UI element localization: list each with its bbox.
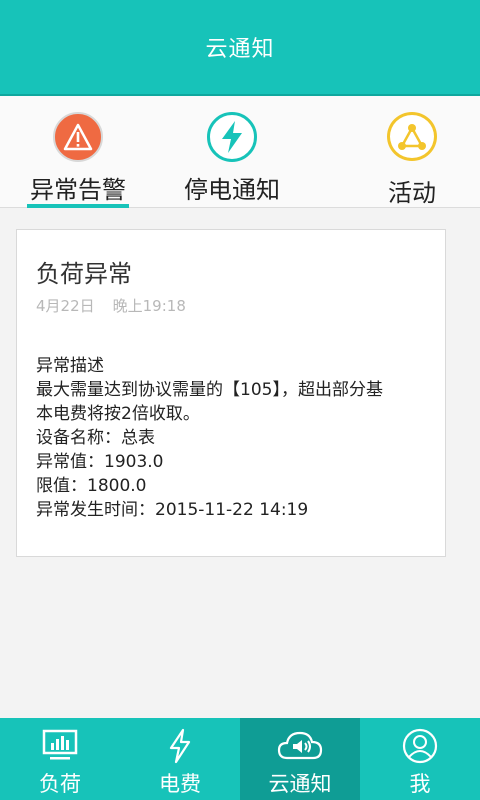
- notice-line: 异常描述: [36, 356, 104, 376]
- tab-activity[interactable]: 活动: [378, 96, 446, 208]
- notice-card[interactable]: 负荷异常 4月22日 晚上19:18 异常描述 最大需量达到协议需量的【105】，…: [16, 229, 446, 557]
- tab-outage-notice[interactable]: 停电通知: [170, 96, 294, 208]
- nav-electricity-fee[interactable]: 电费: [120, 718, 240, 800]
- nav-label: 电费: [159, 772, 201, 796]
- active-tab-indicator: [27, 204, 129, 208]
- network-icon: [387, 112, 437, 161]
- notice-time: 晚上19:18: [112, 297, 186, 315]
- tab-label: 活动: [388, 179, 436, 207]
- notice-timestamp: 4月22日 晚上19:18: [36, 295, 445, 316]
- notice-line: 异常发生时间：2015-11-22 14:19: [36, 500, 309, 520]
- cloud-speaker-icon: [277, 726, 323, 766]
- notice-line: 最大需量达到协议需量的【105】，超出部分基: [36, 380, 383, 400]
- category-tabs: 异常告警 停电通知 活动: [0, 96, 480, 208]
- page-title: 云通知: [205, 37, 275, 62]
- nav-cloud-notice[interactable]: 云通知: [240, 718, 360, 800]
- lightning-icon: [207, 112, 257, 162]
- tab-label: 异常告警: [30, 176, 126, 204]
- monitor-chart-icon: [42, 726, 78, 766]
- tab-label: 停电通知: [184, 176, 280, 204]
- notice-line: 限值：1800.0: [36, 476, 147, 496]
- tab-abnormal-alarm[interactable]: 异常告警: [26, 96, 130, 208]
- notice-line: 异常值：1903.0: [36, 452, 164, 472]
- user-icon: [402, 726, 438, 766]
- notice-title: 负荷异常: [36, 260, 132, 288]
- bottom-nav: 负荷 电费 云通知 我: [0, 718, 480, 800]
- notice-body: 异常描述 最大需量达到协议需量的【105】，超出部分基 本电费将按2倍收取。 设…: [36, 354, 445, 522]
- notice-line: 本电费将按2倍收取。: [36, 404, 200, 424]
- lightning-outline-icon: [167, 726, 193, 766]
- app-header: 云通知: [0, 0, 480, 96]
- warning-icon: [53, 112, 103, 162]
- notice-date: 4月22日: [36, 297, 95, 315]
- nav-label: 云通知: [268, 772, 332, 796]
- nav-me[interactable]: 我: [360, 718, 480, 800]
- nav-label: 我: [409, 772, 431, 796]
- nav-load[interactable]: 负荷: [0, 718, 120, 800]
- notice-line: 设备名称：总表: [36, 428, 155, 448]
- nav-label: 负荷: [39, 772, 81, 796]
